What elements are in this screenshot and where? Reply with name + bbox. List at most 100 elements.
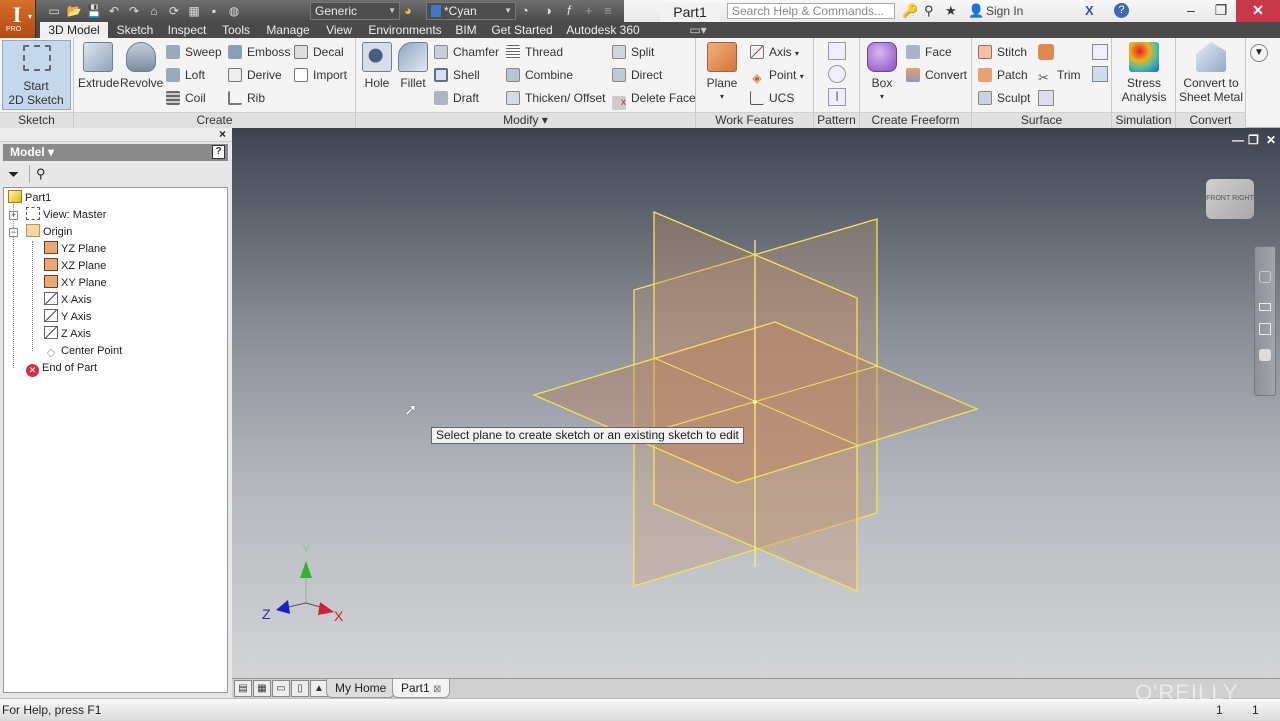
tree-item-end-of-part[interactable]: ✕ End of Part xyxy=(26,360,97,377)
stitch-button[interactable]: Stitch xyxy=(978,42,1027,62)
orbit-icon[interactable] xyxy=(1259,323,1271,335)
extrude-button[interactable]: Extrude xyxy=(78,42,119,90)
add-icon[interactable]: + xyxy=(585,3,593,19)
look-at-icon[interactable] xyxy=(1259,349,1271,361)
close-button[interactable]: ✕ xyxy=(1236,0,1280,22)
browser-help-icon[interactable]: ? xyxy=(212,145,225,159)
trim-button[interactable]: ✂ Trim xyxy=(1038,65,1081,85)
clear-appearance-icon[interactable]: ◑ xyxy=(544,3,552,19)
face-button[interactable]: Face xyxy=(906,42,952,62)
browser-header[interactable]: Model ▾ ? xyxy=(3,144,228,161)
viewcube-right-face[interactable]: RIGHT xyxy=(1232,195,1254,202)
viewcube[interactable]: FRONT RIGHT xyxy=(1204,173,1256,223)
tab-manage[interactable]: Manage xyxy=(262,22,314,38)
save-icon[interactable]: 💾 xyxy=(86,3,102,19)
subscription-icon[interactable]: ⚲ xyxy=(924,3,934,19)
tree-item-z-axis[interactable]: Z Axis xyxy=(44,326,91,343)
split-button[interactable]: Split xyxy=(612,42,654,62)
center-point[interactable] xyxy=(753,400,757,404)
material-combo[interactable]: Generic ▼ xyxy=(310,2,400,20)
tree-item-xz-plane[interactable]: XZ Plane xyxy=(44,258,106,275)
viewcube-front-face[interactable]: FRONT xyxy=(1206,195,1230,202)
mirror-icon[interactable]: | xyxy=(828,88,846,106)
ribbon-options-icon[interactable]: ▼ xyxy=(1250,44,1268,62)
draft-button[interactable]: Draft xyxy=(434,88,479,108)
convert-to-sheet-metal-button[interactable]: Convert to Sheet Metal xyxy=(1178,42,1244,104)
viewport-minimize-icon[interactable]: — xyxy=(1232,133,1244,147)
appearance-combo[interactable]: *Cyan ▼ xyxy=(426,2,516,20)
chamfer-button[interactable]: Chamfer xyxy=(434,42,499,62)
fillet-button[interactable]: Fillet xyxy=(396,42,430,90)
tree-item-part1[interactable]: Part1 xyxy=(8,190,51,207)
sign-in-link[interactable]: Sign In xyxy=(986,4,1023,18)
tab-tools[interactable]: Tools xyxy=(218,22,254,38)
cascade-windows-icon[interactable]: ▤ xyxy=(234,680,252,697)
repair-bodies-icon[interactable] xyxy=(1092,66,1108,82)
tree-item-view-master[interactable]: View: Master xyxy=(26,207,106,224)
tree-item-center-point[interactable]: ◇ Center Point xyxy=(44,343,122,360)
zoom-all-icon[interactable] xyxy=(1259,303,1271,311)
doc-tab-my-home[interactable]: My Home xyxy=(326,679,396,698)
application-menu-button[interactable]: I PRO ▾ xyxy=(0,0,36,38)
loft-button[interactable]: Loft xyxy=(166,65,205,85)
undo-icon[interactable]: ↶ xyxy=(106,3,122,19)
delete-face-button[interactable]: x Delete Face xyxy=(612,88,696,110)
favorites-star-icon[interactable]: ★ xyxy=(945,3,957,19)
sculpt-button[interactable]: Sculpt xyxy=(978,88,1030,108)
tree-item-origin[interactable]: Origin xyxy=(26,224,72,241)
origin-planes-graphic[interactable] xyxy=(232,128,1280,678)
user-icon[interactable]: 👤 xyxy=(968,3,984,19)
tab-autodesk-360[interactable]: Autodesk 360 xyxy=(564,22,642,38)
start-2d-sketch-button[interactable]: Start 2D Sketch xyxy=(2,40,71,110)
tile-horizontal-icon[interactable]: ▭ xyxy=(272,680,290,697)
tab-inspect[interactable]: Inspect xyxy=(164,22,210,38)
thread-button[interactable]: Thread xyxy=(506,42,563,62)
collapse-icon[interactable]: − xyxy=(9,228,18,237)
hole-button[interactable]: Hole xyxy=(360,42,394,90)
graphics-viewport[interactable]: Y Z X ➚ Select plane to create sketch or… xyxy=(232,128,1280,678)
box-button[interactable]: Box ▾ xyxy=(864,42,900,104)
home-icon[interactable]: ⌂ xyxy=(146,3,162,19)
tab-environments[interactable]: Environments xyxy=(366,22,444,38)
select-icon[interactable]: ▦ xyxy=(186,3,202,19)
key-icon[interactable]: 🔑 xyxy=(902,3,918,19)
replace-face-icon[interactable] xyxy=(1092,44,1108,60)
minimize-ribbon-icon[interactable]: ▭▾ xyxy=(688,22,708,38)
restore-button[interactable]: ❐ xyxy=(1206,0,1236,22)
boundary-patch-icon[interactable] xyxy=(1038,44,1054,60)
tile-windows-icon[interactable]: ▦ xyxy=(253,680,271,697)
tree-item-y-axis[interactable]: Y Axis xyxy=(44,309,91,326)
tree-item-xy-plane[interactable]: XY Plane xyxy=(44,275,107,292)
minimize-button[interactable]: – xyxy=(1176,0,1206,22)
customize-qat-icon[interactable]: ≡ xyxy=(604,3,612,19)
pan-icon[interactable] xyxy=(1259,271,1271,283)
filter-icon[interactable]: ⏷ xyxy=(8,166,19,183)
browser-title[interactable]: Model ▾ xyxy=(10,145,54,159)
stress-analysis-button[interactable]: Stress Analysis xyxy=(1114,42,1174,104)
update-icon[interactable]: ⟳ xyxy=(166,3,182,19)
adjust-appearance-icon[interactable]: ◔ xyxy=(521,3,529,19)
circular-pattern-icon[interactable] xyxy=(828,65,846,83)
help-icon[interactable]: ? xyxy=(1114,3,1129,18)
redo-icon[interactable]: ↷ xyxy=(126,3,142,19)
browser-grip[interactable]: × xyxy=(0,128,232,142)
sweep-button[interactable]: Sweep xyxy=(166,42,222,62)
rib-button[interactable]: Rib xyxy=(228,88,265,108)
find-binoculars-icon[interactable]: ⚲ xyxy=(36,166,46,182)
direct-button[interactable]: Direct xyxy=(612,65,662,85)
patch-button[interactable]: Patch xyxy=(978,65,1028,85)
tree-item-x-axis[interactable]: X Axis xyxy=(44,292,92,309)
viewport-close-icon[interactable]: ✕ xyxy=(1266,133,1276,147)
ucs-button[interactable]: UCS xyxy=(750,88,794,108)
plane-button[interactable]: Plane ▾ xyxy=(700,42,744,104)
open-icon[interactable]: 📂 xyxy=(66,3,82,19)
tab-sketch[interactable]: Sketch xyxy=(112,22,158,38)
thicken-offset-button[interactable]: Thicken/ Offset xyxy=(506,88,605,108)
point-button[interactable]: ◈ Point ▾ xyxy=(750,65,803,85)
coil-button[interactable]: Coil xyxy=(166,88,206,108)
measure-icon[interactable]: ▪ xyxy=(206,3,222,19)
combine-button[interactable]: Combine xyxy=(506,65,573,85)
tile-vertical-icon[interactable]: ▯ xyxy=(291,680,309,697)
viewport-restore-icon[interactable]: ❐ xyxy=(1248,133,1259,147)
shell-button[interactable]: Shell xyxy=(434,65,480,85)
